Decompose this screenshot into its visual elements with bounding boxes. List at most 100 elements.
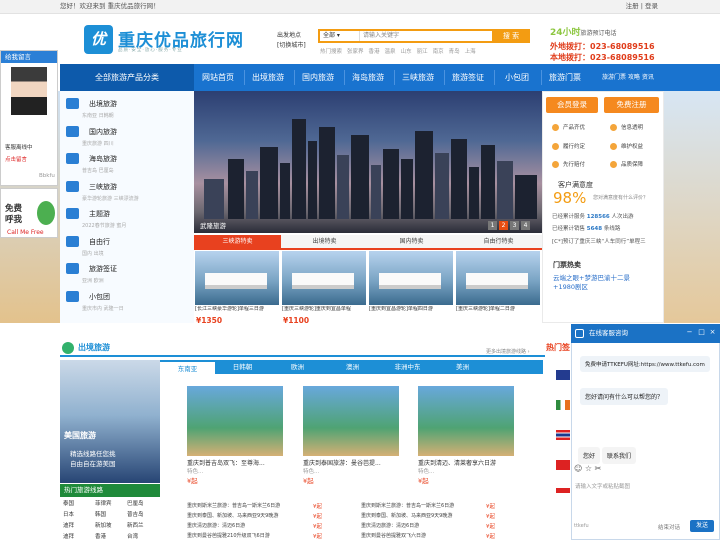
route-link[interactable]: 重庆清迈旅游：清迈6日游: [361, 522, 419, 529]
ship-caption[interactable]: [长江三峡豪华游轮]单程三日游: [195, 306, 281, 313]
tour-card-title[interactable]: 重庆到普吉岛双飞：至尊海...: [187, 458, 265, 467]
route-link[interactable]: 重庆清迈旅游：清迈6日游: [187, 522, 245, 529]
booking-marquee[interactable]: [C*]预订了重庆三峡“人车同行”单程三: [552, 237, 646, 245]
star-icon[interactable]: ☆: [585, 464, 592, 473]
category-title[interactable]: 海岛旅游: [89, 154, 117, 164]
tour-card-image[interactable]: [187, 386, 283, 456]
flag-icon[interactable]: [556, 460, 570, 470]
ship-image[interactable]: [282, 251, 366, 305]
tab-southeast-asia[interactable]: 东南亚: [160, 360, 215, 374]
hot-search-link[interactable]: 温泉: [385, 49, 396, 55]
category-sub[interactable]: 2022春节旅游 蜜月: [82, 222, 126, 229]
route-link[interactable]: 重庆到斯米兰旅游：普吉岛一斯米兰6日游: [361, 502, 454, 509]
hero-banner[interactable]: 武隆旅游 2 3 4 1: [194, 91, 542, 233]
send-button[interactable]: 发送: [690, 520, 714, 532]
ship-caption[interactable]: [重庆三峡游轮]单程二日游: [456, 306, 542, 313]
banner-dot[interactable]: 3: [510, 221, 519, 230]
tab-outbound-sale[interactable]: 出境特卖: [281, 235, 368, 248]
departure-city[interactable]: 出发地点 [切换城市]: [277, 31, 306, 51]
flag-icon[interactable]: [556, 488, 570, 498]
city-switch-link[interactable]: [切换城市]: [277, 41, 306, 51]
hot-search-link[interactable]: 香港: [369, 49, 380, 55]
ship-caption[interactable]: [重庆到宜昌游轮]单程四日游: [369, 306, 455, 313]
destination-link[interactable]: 普吉岛: [127, 510, 144, 518]
satisfaction-sub[interactable]: 您对满意度有什么评价？: [593, 194, 648, 201]
logo-mark[interactable]: 优: [84, 25, 113, 54]
register-button[interactable]: 免费注册: [604, 97, 659, 113]
route-link[interactable]: 重庆到曼谷芭提雅210升级双飞6日游: [187, 532, 270, 539]
tab-europe[interactable]: 欧洲: [270, 360, 325, 374]
hot-search-link[interactable]: 丽江: [417, 49, 428, 55]
nav-domestic[interactable]: 国内旅游: [302, 64, 334, 91]
category-title[interactable]: 三峡旅游: [89, 182, 117, 192]
flag-icon[interactable]: [556, 370, 570, 380]
banner-dot[interactable]: 2: [499, 221, 508, 230]
hot-search-link[interactable]: 张家界: [347, 49, 364, 55]
usa-promo-banner[interactable]: 美国旅游 精选线路任您挑 自由自在游美国: [60, 360, 160, 483]
category-title[interactable]: 旅游签证: [89, 264, 117, 274]
destination-link[interactable]: 迪拜: [63, 521, 74, 529]
route-link[interactable]: 重庆到斯米兰旅游：普吉岛一斯米兰6日游: [187, 502, 280, 509]
chat-input[interactable]: 请输入文字或粘贴截图: [575, 482, 630, 490]
maximize-icon[interactable]: □: [698, 329, 705, 336]
tour-card-title[interactable]: 重庆到清迈、清莱奢享六日游: [418, 458, 496, 467]
search-category-select[interactable]: 全部 ▾: [320, 31, 360, 41]
nav-three-gorges[interactable]: 三峡旅游: [402, 64, 434, 91]
quick-reply-button[interactable]: 联系我们: [602, 447, 637, 464]
tour-card-image[interactable]: [303, 386, 399, 456]
hot-search-link[interactable]: 山东: [401, 49, 412, 55]
destination-link[interactable]: 菲律宾: [95, 499, 112, 507]
click-message-link[interactable]: 点击留言: [5, 155, 27, 163]
nav-tickets[interactable]: 旅游门票: [549, 64, 581, 91]
hot-search-link[interactable]: 青岛: [449, 49, 460, 55]
category-title[interactable]: 自由行: [89, 237, 110, 247]
minimize-icon[interactable]: −: [686, 329, 693, 336]
destination-link[interactable]: 新加坡: [95, 521, 112, 529]
hot-search-link[interactable]: 南京: [433, 49, 444, 55]
scissors-icon[interactable]: ✂: [595, 464, 602, 473]
ship-caption[interactable]: [重庆三峡游轮]重庆到宜昌单程: [282, 306, 368, 313]
search-input[interactable]: 请输入关键字: [363, 31, 399, 41]
category-sub[interactable]: 重庆旅游 四川: [82, 140, 114, 147]
route-link[interactable]: 重庆到泰国、新加坡、马来西亚9天9晚游: [361, 512, 452, 519]
destination-link[interactable]: 泰国: [63, 499, 74, 507]
nav-island[interactable]: 海岛旅游: [352, 64, 384, 91]
category-sub[interactable]: 普吉岛 巴厘岛: [82, 167, 114, 174]
close-icon[interactable]: ×: [709, 329, 716, 336]
member-login-button[interactable]: 会员登录: [546, 97, 598, 113]
nav-small-group[interactable]: 小包团: [505, 64, 529, 91]
category-sub[interactable]: 豪华游轮旅游 三峡漂流游: [82, 195, 139, 202]
ship-image[interactable]: [369, 251, 453, 305]
tab-free-travel-sale[interactable]: 自由行特卖: [455, 235, 542, 248]
destination-link[interactable]: 台湾: [127, 532, 138, 540]
nav-visa[interactable]: 旅游签证: [452, 64, 484, 91]
category-sub[interactable]: 国内 出境: [82, 250, 104, 257]
nav-home[interactable]: 网站首页: [202, 64, 234, 91]
category-title[interactable]: 主题游: [89, 209, 110, 219]
destination-link[interactable]: 巴厘岛: [127, 499, 144, 507]
flag-icon[interactable]: [556, 430, 570, 440]
tab-americas[interactable]: 美洲: [435, 360, 490, 374]
tab-australia[interactable]: 澳洲: [325, 360, 380, 374]
destination-link[interactable]: 日本: [63, 510, 74, 518]
destination-link[interactable]: 香港: [95, 532, 106, 540]
nav-extra-links[interactable]: 旅游门票 攻略 资讯: [602, 64, 654, 91]
category-sub[interactable]: 重庆市内 武隆一日: [82, 305, 124, 312]
category-sub[interactable]: 亚洲 欧洲: [82, 277, 104, 284]
quick-reply-button[interactable]: 您好: [578, 447, 601, 464]
call-me-free-widget[interactable]: 免费 呼我 Call Me Free: [0, 188, 58, 238]
outbound-more-link[interactable]: 更多出境旅游线路 ›: [486, 348, 530, 355]
destination-link[interactable]: 迪拜: [63, 532, 74, 540]
search-button[interactable]: 搜 索: [492, 29, 530, 43]
login-register-links[interactable]: 注册 | 登录: [626, 0, 658, 13]
tab-africa-middle-east[interactable]: 非洲中东: [380, 360, 435, 374]
ship-image[interactable]: [195, 251, 279, 305]
category-title[interactable]: 出境旅游: [89, 99, 117, 109]
destination-link[interactable]: 新西兰: [127, 521, 144, 529]
category-title[interactable]: 小包团: [89, 292, 110, 302]
tab-domestic-sale[interactable]: 国内特卖: [368, 235, 455, 248]
tab-japan-korea[interactable]: 日韩朝: [215, 360, 270, 374]
tab-three-gorges-sale[interactable]: 三峡游特卖: [194, 235, 281, 248]
route-link[interactable]: 重庆到泰国、新加坡、马来西亚9天9晚游: [187, 512, 278, 519]
end-chat-button[interactable]: 结束对话: [658, 523, 680, 531]
